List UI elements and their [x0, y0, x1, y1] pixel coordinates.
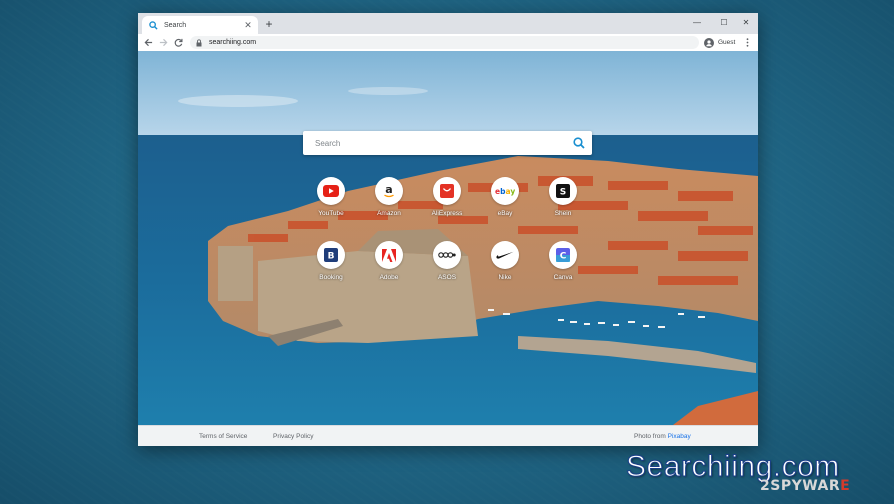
forward-button[interactable]: [156, 35, 171, 50]
shortcut-asos[interactable]: ASOS: [418, 241, 476, 293]
amazon-icon: a: [375, 177, 403, 205]
booking-icon: B: [317, 241, 345, 269]
kebab-menu-icon: [746, 38, 748, 47]
page-footer: Terms of Service Privacy Policy Photo fr…: [138, 425, 758, 446]
tab-title: Search: [164, 21, 187, 29]
pixabay-link[interactable]: Pixabay: [668, 433, 691, 440]
search-input[interactable]: [313, 133, 572, 153]
logo-part-word: SPYWAR: [770, 478, 841, 494]
browser-menu-button[interactable]: [742, 36, 752, 49]
tab-strip: Search ✕ + — ☐ ✕: [138, 13, 758, 34]
shortcut-adobe[interactable]: Adobe: [360, 241, 418, 293]
shortcut-canva[interactable]: C Canva: [534, 241, 592, 293]
logo-part-last: E: [840, 478, 851, 494]
tab-close-icon[interactable]: ✕: [242, 19, 254, 31]
search-box: [303, 131, 592, 155]
shortcut-grid: YouTube a Amazon AliExpress ebay eBay S …: [302, 177, 602, 297]
shortcut-label: Booking: [319, 274, 343, 281]
youtube-icon: [317, 177, 345, 205]
shortcut-label: YouTube: [318, 210, 344, 217]
profile-label: Guest: [718, 39, 736, 46]
page-content: YouTube a Amazon AliExpress ebay eBay: [138, 51, 758, 425]
browser-toolbar: searchiing.com Guest: [138, 34, 758, 52]
photo-credit-prefix: Photo from: [634, 433, 666, 440]
privacy-link[interactable]: Privacy Policy: [273, 433, 313, 440]
shortcut-label: Shein: [554, 210, 572, 217]
new-tab-button[interactable]: +: [262, 17, 276, 31]
tab-search[interactable]: Search ✕: [142, 16, 258, 34]
search-favicon-icon: [148, 20, 158, 30]
terms-link[interactable]: Terms of Service: [199, 433, 247, 440]
reload-icon: [174, 38, 183, 47]
shortcut-youtube[interactable]: YouTube: [302, 177, 360, 229]
forward-arrow-icon: [159, 38, 168, 47]
shortcut-label: Nike: [498, 274, 512, 281]
url-text: searchiing.com: [209, 39, 257, 46]
maximize-button[interactable]: ☐: [716, 15, 732, 29]
shortcut-label: Amazon: [377, 210, 401, 217]
aliexpress-icon: [433, 177, 461, 205]
shortcut-amazon[interactable]: a Amazon: [360, 177, 418, 229]
magnifier-icon[interactable]: [572, 136, 586, 150]
shortcut-label: Adobe: [379, 274, 399, 281]
svg-text:ebay: ebay: [495, 187, 515, 196]
lock-icon: [196, 38, 203, 47]
nike-icon: [491, 241, 519, 269]
shortcut-label: Canva: [553, 274, 573, 281]
address-bar[interactable]: searchiing.com: [190, 36, 699, 49]
adobe-icon: [375, 241, 403, 269]
shortcut-nike[interactable]: Nike: [476, 241, 534, 293]
shein-icon: S: [549, 177, 577, 205]
canva-icon: C: [549, 241, 577, 269]
close-window-button[interactable]: ✕: [738, 15, 754, 29]
svg-text:C: C: [560, 252, 567, 262]
asos-icon: [433, 241, 461, 269]
site-logo: 2SPYWARE: [760, 478, 850, 494]
profile-avatar-icon: [704, 37, 714, 48]
shortcut-label: eBay: [497, 210, 513, 217]
back-arrow-icon: [144, 38, 153, 47]
ebay-icon: ebay: [491, 177, 519, 205]
svg-text:B: B: [328, 252, 335, 262]
minimize-button[interactable]: —: [689, 15, 705, 29]
shortcut-booking[interactable]: B Booking: [302, 241, 360, 293]
shortcut-shein[interactable]: S Shein: [534, 177, 592, 229]
shortcut-label: ASOS: [437, 274, 457, 281]
shortcut-aliexpress[interactable]: AliExpress: [418, 177, 476, 229]
back-button[interactable]: [141, 35, 156, 50]
photo-credit: Photo from Pixabay: [634, 433, 691, 440]
shortcut-ebay[interactable]: ebay eBay: [476, 177, 534, 229]
browser-window: Search ✕ + — ☐ ✕ searchiing.com Guest Se…: [138, 13, 758, 446]
profile-button[interactable]: Guest: [704, 36, 735, 49]
logo-part-number: 2: [760, 478, 771, 494]
reload-button[interactable]: [171, 35, 186, 50]
shortcut-label: AliExpress: [431, 210, 463, 217]
svg-text:S: S: [560, 188, 566, 198]
svg-text:a: a: [385, 183, 392, 196]
